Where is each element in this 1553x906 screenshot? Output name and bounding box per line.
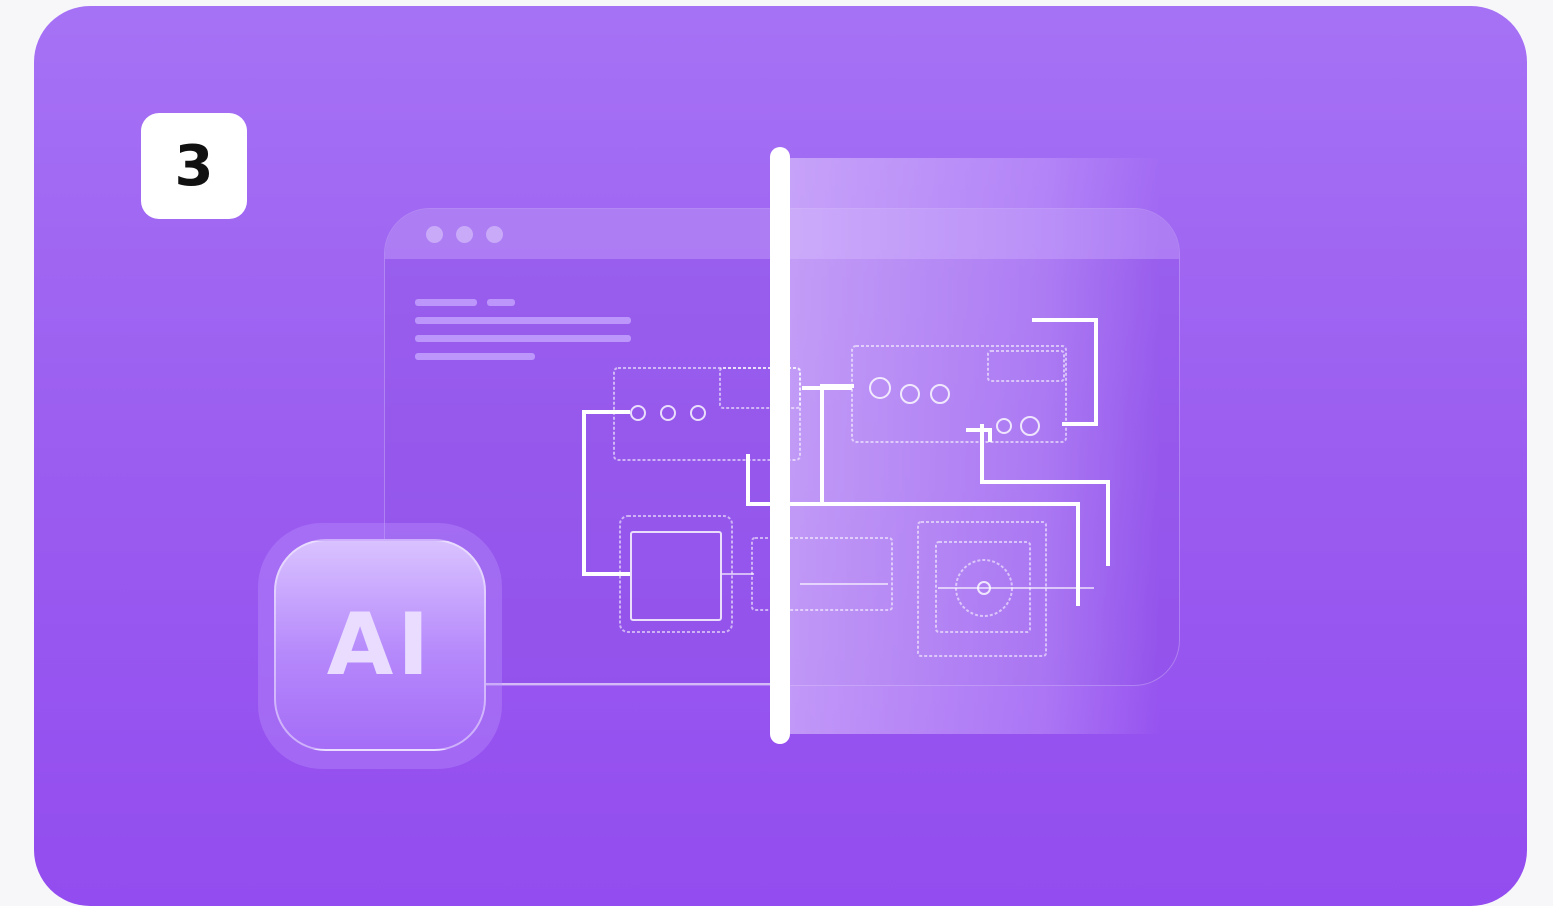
hero-card: 3 AI [34, 6, 1527, 906]
ai-app-icon: AI [274, 539, 486, 751]
ai-label: AI [326, 595, 434, 695]
step-number-badge: 3 [141, 113, 247, 219]
compare-divider-handle[interactable] [770, 147, 790, 744]
